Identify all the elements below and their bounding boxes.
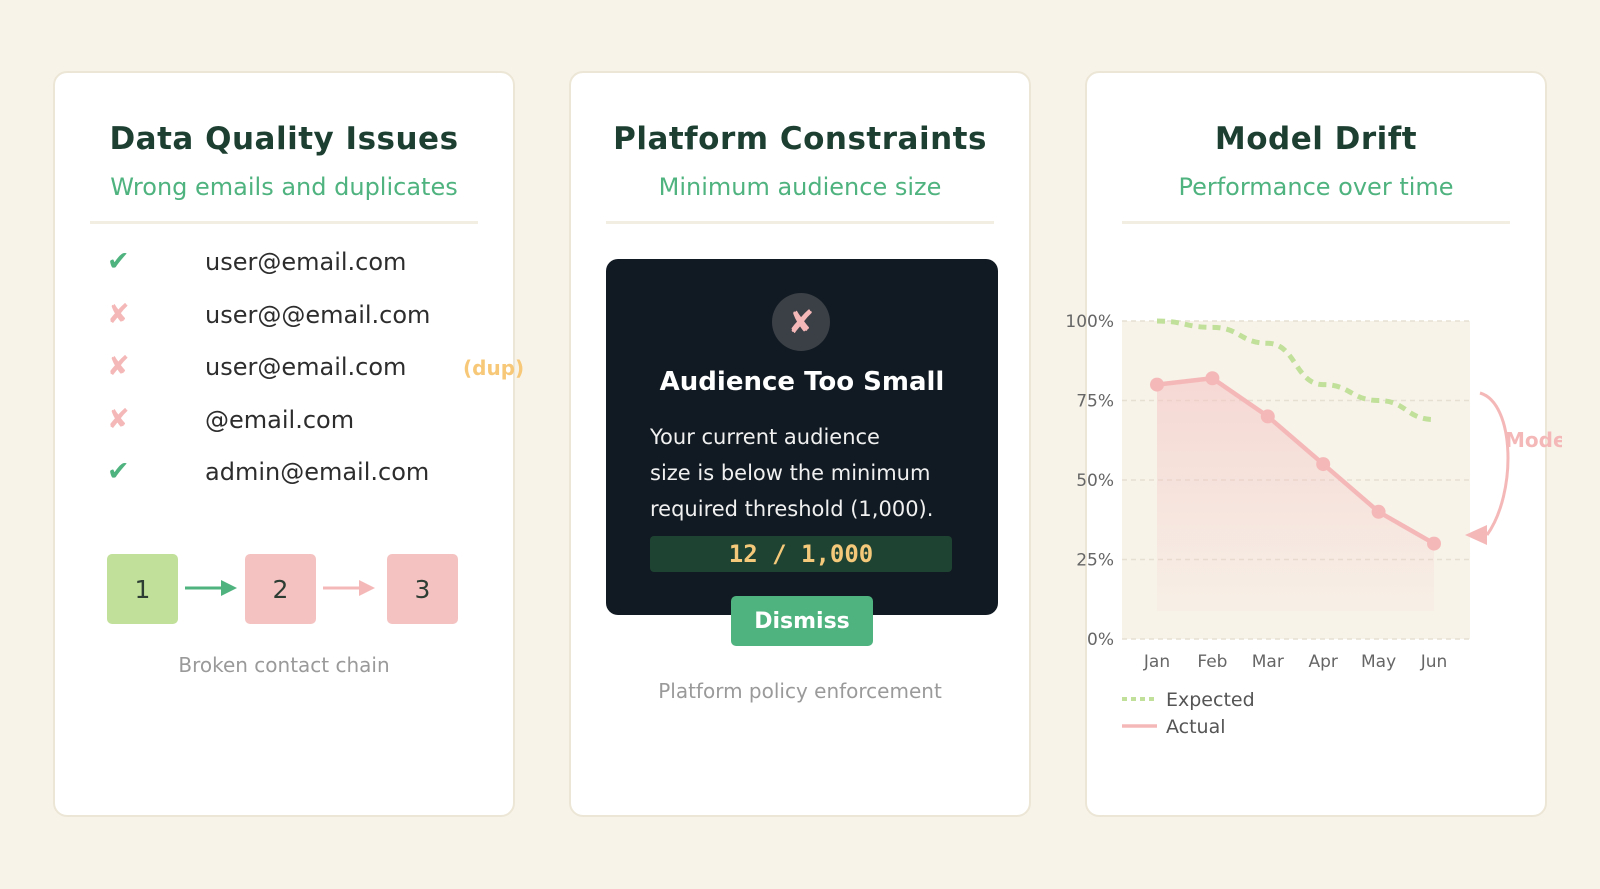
data-quality-subtitle: Wrong emails and duplicates	[110, 173, 458, 201]
divider	[1122, 221, 1510, 224]
dialog-title: Audience Too Small	[659, 367, 945, 397]
cross-icon: ✘	[107, 403, 130, 435]
y-tick-label: 0%	[1087, 630, 1114, 650]
divider	[606, 221, 994, 224]
arrow-right-icon	[323, 580, 375, 596]
duplicate-tag: (dup)	[463, 356, 525, 380]
actual-data-point	[1150, 377, 1164, 392]
legend-expected-label: Expected	[1166, 689, 1255, 711]
chain-step-3: 3	[387, 554, 458, 624]
cross-icon: ✘	[107, 351, 130, 382]
email-row: ✘ @email.com	[107, 404, 487, 444]
email-address: user@email.com	[205, 353, 407, 381]
y-tick-label: 25%	[1076, 551, 1114, 571]
drift-subtitle: Performance over time	[1178, 173, 1454, 201]
y-tick-label: 100%	[1065, 312, 1114, 332]
data-quality-title: Data Quality Issues	[109, 121, 459, 157]
email-address: admin@email.com	[205, 458, 430, 486]
actual-data-point	[1371, 504, 1386, 519]
legend-actual-label: Actual	[1166, 716, 1226, 738]
arrow-right-icon	[185, 580, 237, 596]
actual-data-point	[1316, 457, 1331, 472]
y-tick-label: 75%	[1076, 392, 1114, 412]
email-address: user@email.com	[205, 248, 407, 276]
actual-data-point	[1260, 409, 1275, 424]
chain-step-1: 1	[107, 554, 178, 624]
drift-title: Model Drift	[1214, 121, 1418, 157]
y-tick-label: 50%	[1076, 471, 1114, 491]
x-tick-label: Feb	[1197, 652, 1227, 672]
cross-icon: ✘	[772, 293, 830, 351]
dialog-message-line: size is below the minimum	[650, 461, 931, 485]
x-tick-label: Jun	[1420, 652, 1448, 672]
x-tick-label: May	[1361, 652, 1396, 672]
actual-data-point	[1427, 536, 1441, 551]
email-row: ✔ user@email.com	[107, 246, 487, 286]
drift-line-chart: 0% 25% 50% 75% 100% Jan Feb Mar Apr May Jun Model D…	[1065, 312, 1600, 738]
actual-data-point	[1205, 371, 1220, 386]
drift-annotation-label: Model Drift	[1505, 428, 1600, 452]
platform-title: Platform Constraints	[613, 121, 987, 157]
model-drift-card: Model Drift Performance over time 0% 25% 5…	[1065, 71, 1562, 817]
dialog-message-line: Your current audience	[650, 425, 880, 449]
x-tick-label: Mar	[1252, 652, 1284, 672]
error-dialog: ✘ Audience Too Small Your current audien…	[606, 259, 998, 615]
platform-constraints-card: Platform Constraints Minimum audience si…	[569, 71, 1031, 817]
chain-caption: Broken contact chain	[178, 653, 390, 677]
platform-subtitle: Minimum audience size	[658, 173, 942, 201]
email-address: user@@email.com	[205, 300, 431, 329]
dismiss-button[interactable]: Dismiss	[731, 596, 873, 646]
drift-curve-arrow	[1479, 391, 1510, 536]
check-icon: ✔	[107, 456, 130, 487]
audience-count: 12 / 1,000	[650, 536, 952, 572]
x-tick-label: Apr	[1308, 652, 1337, 672]
platform-caption: Platform policy enforcement	[658, 679, 942, 703]
x-tick-label: Jan	[1143, 652, 1170, 672]
check-icon: ✔	[107, 246, 130, 277]
email-row: ✘ user@@email.com	[107, 299, 487, 339]
chain-step-2: 2	[245, 554, 316, 624]
data-quality-card: Data Quality Issues Wrong emails and dup…	[53, 71, 524, 817]
email-row: ✔ admin@email.com	[107, 456, 487, 496]
cross-icon: ✘	[107, 298, 130, 330]
divider	[90, 221, 478, 224]
dialog-message: Your current audience size is below the …	[650, 419, 960, 527]
email-address: @email.com	[205, 405, 355, 434]
email-row: ✘ user@email.com (dup)	[107, 351, 524, 391]
dialog-message-line: required threshold (1,000).	[650, 497, 934, 521]
